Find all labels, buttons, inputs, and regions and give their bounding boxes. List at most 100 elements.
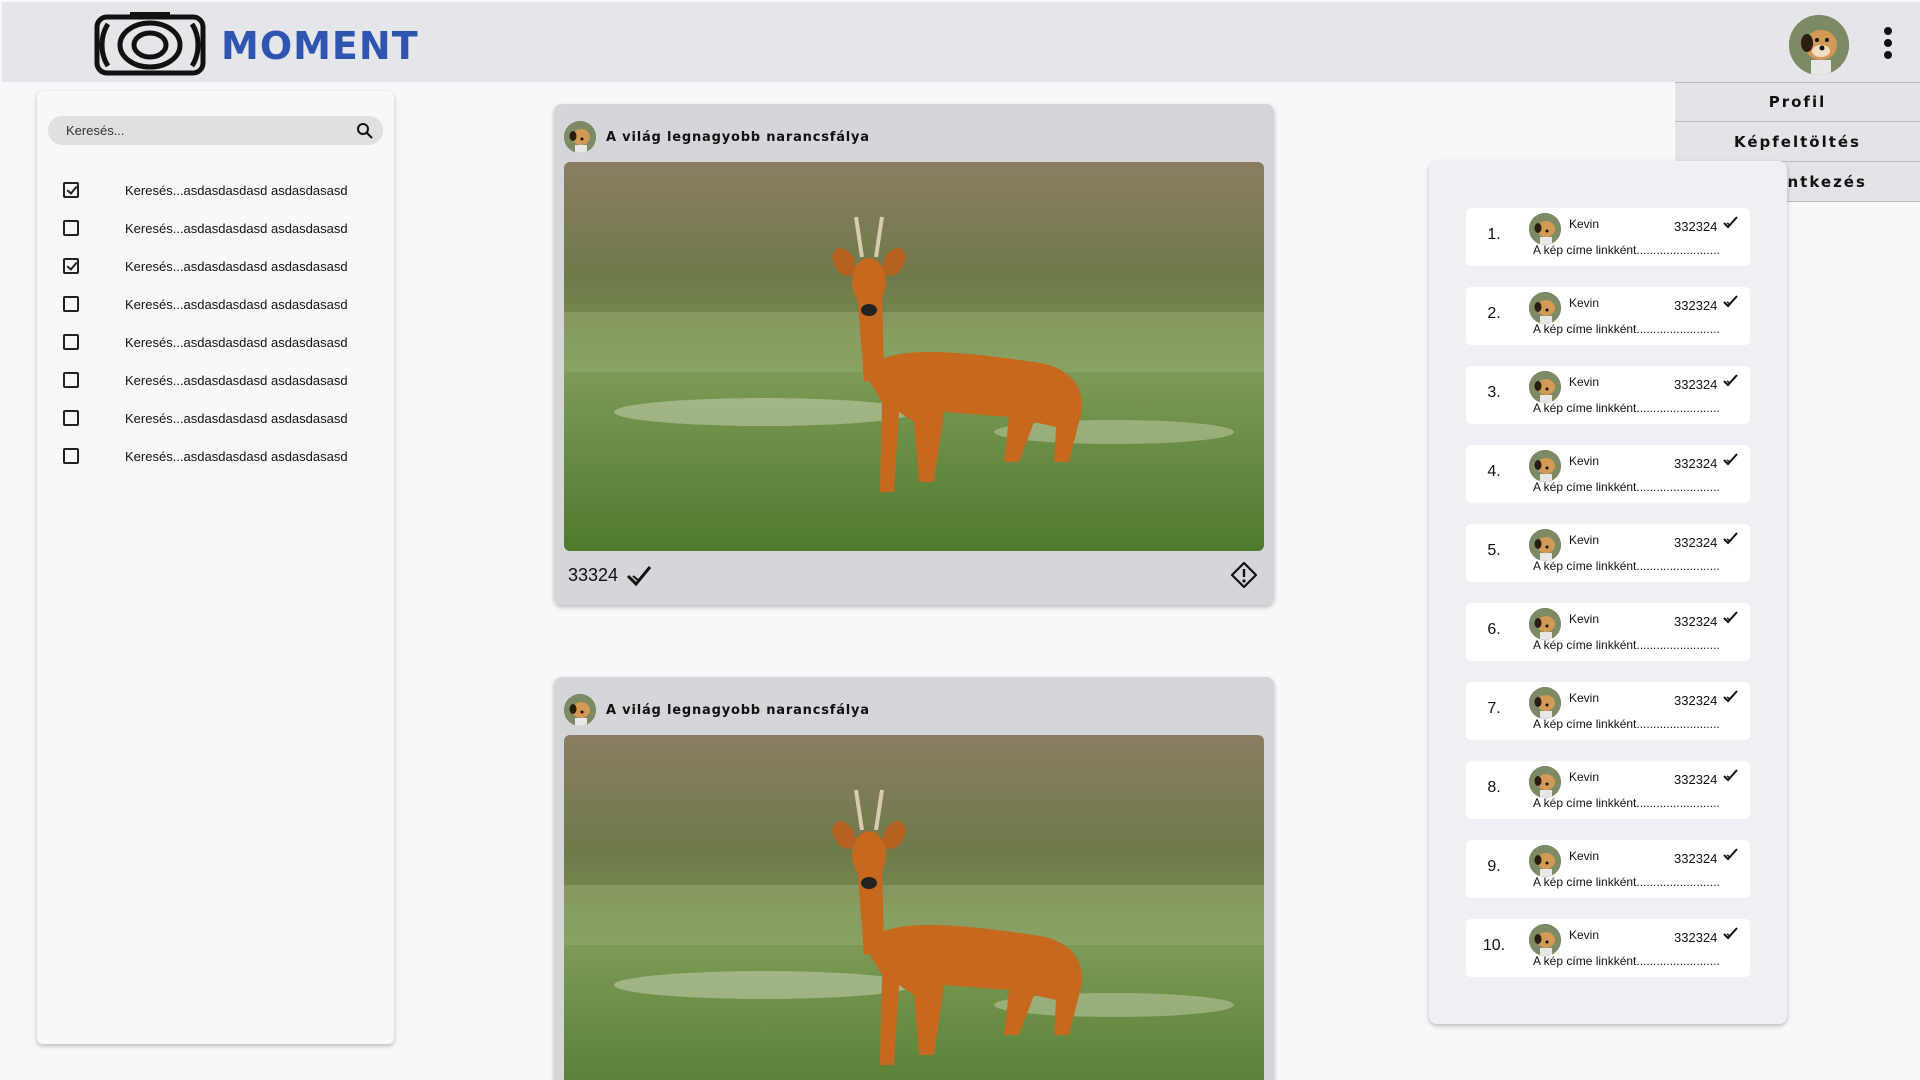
entry-username[interactable]: Kevin (1569, 612, 1599, 626)
filter-checkbox[interactable] (63, 258, 79, 274)
check-icon[interactable] (1723, 611, 1738, 624)
entry-avatar[interactable] (1529, 766, 1561, 798)
camera-logo-icon[interactable] (94, 12, 206, 78)
entry-avatar[interactable] (1529, 213, 1561, 245)
entry-avatar[interactable] (1529, 608, 1561, 640)
filter-label[interactable]: Keresés...asdasdasdasd asdasdasasd (125, 449, 348, 464)
check-icon[interactable] (1723, 295, 1738, 308)
rank-number: 8. (1487, 779, 1501, 796)
menu-item-profile[interactable]: Profil (1675, 82, 1920, 122)
entry-username[interactable]: Kevin (1569, 533, 1599, 547)
entry-image-link[interactable]: A kép címe linkként.....................… (1533, 559, 1720, 573)
rank-number: 9. (1487, 858, 1501, 875)
entry-username[interactable]: Kevin (1569, 217, 1599, 231)
entry-image-link[interactable]: A kép címe linkként.....................… (1533, 954, 1720, 968)
search-icon[interactable] (356, 122, 373, 139)
post-author-avatar[interactable] (564, 694, 596, 726)
entry-username[interactable]: Kevin (1569, 849, 1599, 863)
entry-username[interactable]: Kevin (1569, 928, 1599, 942)
filter-checkbox[interactable] (63, 182, 79, 198)
check-icon[interactable] (1723, 374, 1738, 387)
leaderboard-entry[interactable]: 8. Kevin 332324 A kép címe linkként........… (1466, 761, 1750, 819)
check-icon[interactable] (1723, 532, 1738, 545)
filter-checkbox[interactable] (63, 448, 79, 464)
check-icon[interactable] (1723, 453, 1738, 466)
filter-label[interactable]: Keresés...asdasdasdasd asdasdasasd (125, 297, 348, 312)
filter-checkbox[interactable] (63, 372, 79, 388)
entry-image-link[interactable]: A kép címe linkként.....................… (1533, 243, 1720, 257)
entry-avatar[interactable] (1529, 450, 1561, 482)
entry-image-link[interactable]: A kép címe linkként.....................… (1533, 401, 1720, 415)
filter-label[interactable]: Keresés...asdasdasdasd asdasdasasd (125, 221, 348, 236)
filter-item: Keresés...asdasdasdasd asdasdasasd (63, 437, 348, 475)
post-title[interactable]: A világ legnagyobb narancsfálya (606, 703, 870, 718)
app-logo-text[interactable]: MOMENT (221, 22, 419, 70)
entry-image-link[interactable]: A kép címe linkként.....................… (1533, 322, 1720, 336)
more-menu-icon[interactable] (1876, 24, 1900, 64)
entry-avatar[interactable] (1529, 687, 1561, 719)
rank-number: 5. (1487, 542, 1501, 559)
rank-number: 4. (1487, 463, 1501, 480)
filter-label[interactable]: Keresés...asdasdasdasd asdasdasasd (125, 335, 348, 350)
filter-sidebar: Keresés...asdasdasdasd asdasdasasd Keres… (37, 91, 394, 1044)
check-icon[interactable] (1723, 216, 1738, 229)
entry-score: 332324 (1674, 377, 1718, 392)
check-icon[interactable] (1723, 848, 1738, 861)
entry-image-link[interactable]: A kép címe linkként.....................… (1533, 796, 1720, 810)
leaderboard-entry[interactable]: 6. Kevin 332324 A kép címe linkként........… (1466, 603, 1750, 661)
entry-username[interactable]: Kevin (1569, 691, 1599, 705)
entry-username[interactable]: Kevin (1569, 375, 1599, 389)
dog-avatar-icon (1529, 924, 1561, 956)
post-title[interactable]: A világ legnagyobb narancsfálya (606, 130, 870, 145)
check-icon[interactable] (1723, 927, 1738, 940)
leaderboard-entry[interactable]: 9. Kevin 332324 A kép címe linkként........… (1466, 840, 1750, 898)
check-icon[interactable] (1723, 690, 1738, 703)
search-input[interactable] (66, 116, 336, 145)
post-footer: 33324 (568, 564, 652, 586)
entry-avatar[interactable] (1529, 529, 1561, 561)
leaderboard-entry[interactable]: 7. Kevin 332324 A kép címe linkként........… (1466, 682, 1750, 740)
filter-checkbox[interactable] (63, 296, 79, 312)
leaderboard-entry[interactable]: 3. Kevin 332324 A kép címe linkként........… (1466, 366, 1750, 424)
entry-avatar[interactable] (1529, 371, 1561, 403)
post-card: A világ legnagyobb narancsfálya 33324 (554, 104, 1274, 605)
entry-score: 332324 (1674, 930, 1718, 945)
entry-avatar[interactable] (1529, 845, 1561, 877)
post-author-avatar[interactable] (564, 121, 596, 153)
entry-username[interactable]: Kevin (1569, 296, 1599, 310)
entry-username[interactable]: Kevin (1569, 454, 1599, 468)
leaderboard-entry[interactable]: 1. Kevin 332324 A kép címe linkként........… (1466, 208, 1750, 266)
post-image[interactable] (564, 735, 1264, 1080)
filter-label[interactable]: Keresés...asdasdasdasd asdasdasasd (125, 373, 348, 388)
leaderboard-entry[interactable]: 5. Kevin 332324 A kép címe linkként........… (1466, 524, 1750, 582)
check-icon[interactable] (1723, 769, 1738, 782)
entry-username[interactable]: Kevin (1569, 770, 1599, 784)
filter-checkbox[interactable] (63, 410, 79, 426)
entry-avatar[interactable] (1529, 292, 1561, 324)
filter-label[interactable]: Keresés...asdasdasdasd asdasdasasd (125, 183, 348, 198)
user-avatar[interactable] (1789, 15, 1849, 75)
filter-item: Keresés...asdasdasdasd asdasdasasd (63, 285, 348, 323)
entry-image-link[interactable]: A kép címe linkként.....................… (1533, 717, 1720, 731)
entry-score: 332324 (1674, 535, 1718, 550)
menu-item-upload[interactable]: Képfeltöltés (1675, 122, 1920, 162)
filter-item: Keresés...asdasdasdasd asdasdasasd (63, 171, 348, 209)
dog-avatar-icon (1529, 371, 1561, 403)
entry-image-link[interactable]: A kép címe linkként.....................… (1533, 480, 1720, 494)
filter-checkbox[interactable] (63, 220, 79, 236)
post-image[interactable] (564, 162, 1264, 551)
entry-image-link[interactable]: A kép címe linkként.....................… (1533, 638, 1720, 652)
check-icon[interactable] (626, 564, 652, 586)
filter-checkbox[interactable] (63, 334, 79, 350)
report-warning-icon[interactable] (1230, 561, 1258, 589)
filter-label[interactable]: Keresés...asdasdasdasd asdasdasasd (125, 411, 348, 426)
entry-avatar[interactable] (1529, 924, 1561, 956)
leaderboard-entry[interactable]: 2. Kevin 332324 A kép címe linkként........… (1466, 287, 1750, 345)
dog-avatar-icon (1529, 450, 1561, 482)
rank-number: 10. (1482, 937, 1506, 954)
dog-avatar-icon (1789, 15, 1849, 75)
leaderboard-entry[interactable]: 10. Kevin 332324 A kép címe linkként.......… (1466, 919, 1750, 977)
entry-image-link[interactable]: A kép címe linkként.....................… (1533, 875, 1720, 889)
leaderboard-entry[interactable]: 4. Kevin 332324 A kép címe linkként........… (1466, 445, 1750, 503)
filter-label[interactable]: Keresés...asdasdasdasd asdasdasasd (125, 259, 348, 274)
